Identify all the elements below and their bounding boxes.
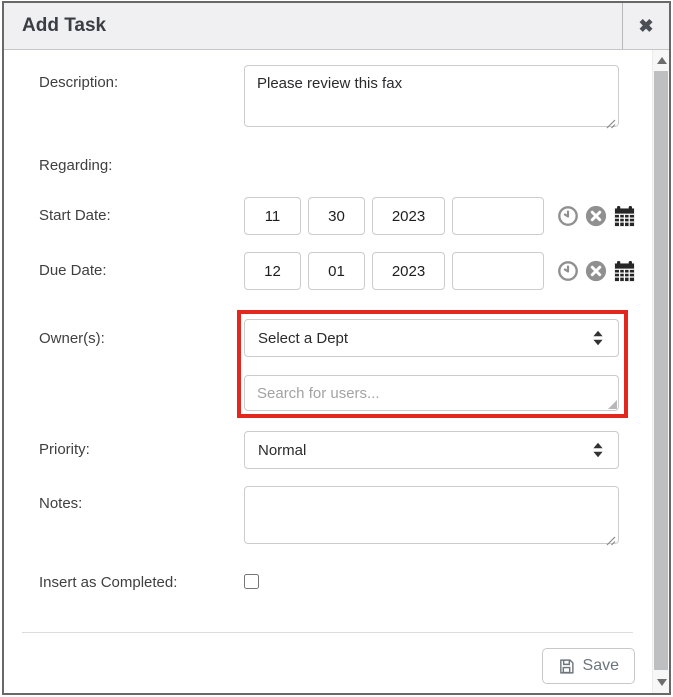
scrollbar-thumb[interactable] (654, 71, 668, 670)
scroll-up-button[interactable] (653, 52, 669, 69)
up-down-arrows-icon (592, 330, 604, 347)
description-label: Description: (39, 65, 244, 132)
calendar-icon[interactable] (613, 205, 636, 228)
scroll-down-button[interactable] (653, 674, 669, 691)
priority-select-value: Normal (258, 442, 306, 459)
clock-icon[interactable] (557, 205, 579, 227)
owners-row: Owner(s): Select a Dept (4, 319, 652, 411)
due-date-label: Due Date: (39, 252, 244, 290)
user-search-input[interactable] (244, 375, 619, 411)
dept-select[interactable]: Select a Dept (244, 319, 619, 357)
due-date-month-input[interactable] (244, 252, 301, 290)
due-date-day-input[interactable] (308, 252, 365, 290)
regarding-label: Regarding: (39, 157, 244, 174)
owners-label: Owner(s): (39, 319, 244, 411)
dialog-footer: Save (4, 633, 652, 684)
floppy-disk-icon (558, 658, 575, 675)
start-date-time-input[interactable] (452, 197, 544, 235)
notes-row: Notes: (4, 486, 652, 549)
dept-select-value: Select a Dept (258, 330, 348, 347)
save-button-label: Save (583, 657, 619, 675)
due-date-time-input[interactable] (452, 252, 544, 290)
up-down-arrows-icon (592, 442, 604, 459)
start-date-label: Start Date: (39, 197, 244, 235)
add-task-dialog: Add Task ✖ Description: Please review th… (2, 1, 671, 695)
save-button[interactable]: Save (542, 648, 635, 684)
due-date-year-input[interactable] (372, 252, 445, 290)
description-textarea[interactable]: Please review this fax (244, 65, 619, 127)
clear-date-icon[interactable] (585, 260, 607, 282)
dialog-header: Add Task ✖ (4, 3, 669, 50)
clock-icon[interactable] (557, 260, 579, 282)
calendar-icon[interactable] (613, 260, 636, 283)
dialog-body: Description: Please review this fax Rega… (4, 50, 669, 693)
task-form: Description: Please review this fax Rega… (4, 50, 652, 684)
priority-row: Priority: Normal (4, 431, 652, 469)
vertical-scrollbar[interactable] (652, 50, 669, 693)
start-date-row: Start Date: (4, 197, 652, 235)
dialog-title: Add Task (4, 3, 622, 49)
scroll-down-icon (657, 679, 667, 686)
description-row: Description: Please review this fax (4, 65, 652, 132)
start-date-year-input[interactable] (372, 197, 445, 235)
notes-label: Notes: (39, 486, 244, 549)
close-button[interactable]: ✖ (622, 3, 669, 49)
insert-completed-row: Insert as Completed: (4, 574, 652, 594)
insert-completed-label: Insert as Completed: (39, 574, 244, 594)
regarding-row: Regarding: (4, 157, 652, 174)
scroll-up-icon (657, 57, 667, 64)
start-date-month-input[interactable] (244, 197, 301, 235)
close-icon: ✖ (638, 16, 653, 37)
insert-completed-checkbox[interactable] (244, 574, 259, 589)
priority-label: Priority: (39, 431, 244, 469)
priority-select[interactable]: Normal (244, 431, 619, 469)
due-date-row: Due Date: (4, 252, 652, 290)
notes-textarea[interactable] (244, 486, 619, 544)
clear-date-icon[interactable] (585, 205, 607, 227)
start-date-day-input[interactable] (308, 197, 365, 235)
